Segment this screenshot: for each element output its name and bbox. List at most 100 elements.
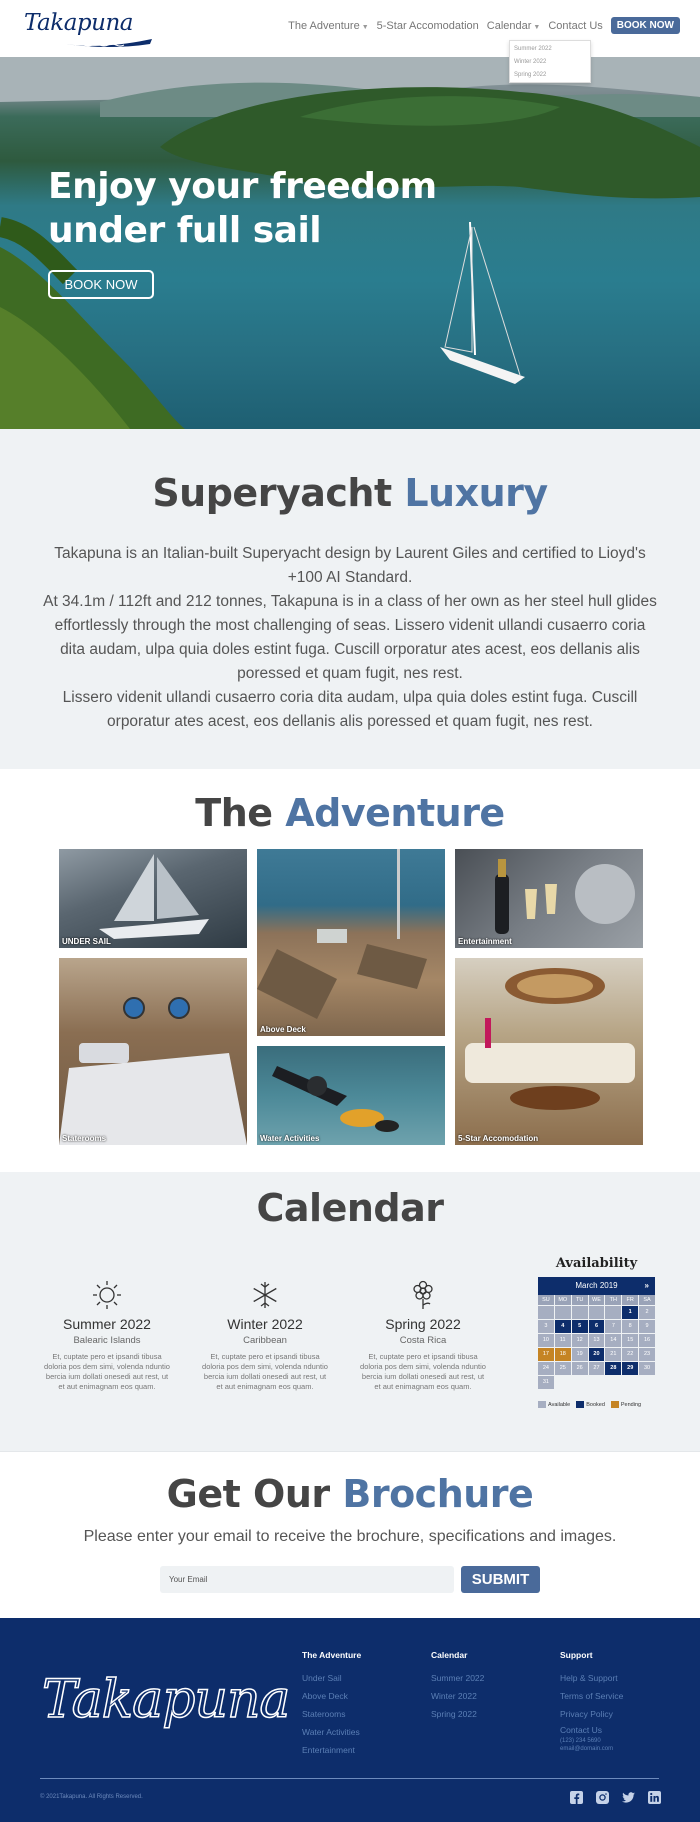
calendar-day[interactable]: 25 [554, 1362, 571, 1375]
season-spring[interactable]: Spring 2022 Costa Rica Et, cuptate pero … [358, 1280, 488, 1392]
calendar-day[interactable]: 1 [622, 1306, 639, 1319]
calendar-day[interactable]: 31 [538, 1376, 554, 1389]
dropdown-item-spring[interactable]: Spring 2022 [514, 69, 586, 82]
heading-main: Get Our [166, 1472, 343, 1516]
season-summer[interactable]: Summer 2022 Balearic Islands Et, cuptate… [42, 1280, 172, 1392]
twitter-icon[interactable] [622, 1791, 635, 1804]
menu-item-adventure[interactable]: The Adventure ▼ [288, 20, 369, 32]
footer-link[interactable]: Under Sail [302, 1669, 361, 1687]
calendar-day[interactable]: 19 [571, 1348, 588, 1361]
calendar-section: Calendar Summer 2022 Balearic Islands Et… [0, 1172, 700, 1451]
legend-available: Available [538, 1401, 570, 1408]
next-month-icon[interactable]: » [645, 1277, 649, 1295]
footer-link[interactable]: Spring 2022 [431, 1705, 484, 1723]
calendar-day[interactable]: 20 [588, 1348, 605, 1361]
tile-under-sail[interactable]: UNDER SAIL [59, 849, 247, 948]
menu-item-calendar[interactable]: Calendar ▼ [487, 20, 541, 32]
footer-link[interactable]: Summer 2022 [431, 1669, 484, 1687]
footer-link[interactable]: Contact Us [560, 1723, 623, 1737]
hero-title-line: under full sail [48, 210, 322, 251]
calendar-header: March 2019 » [538, 1277, 655, 1295]
season-winter[interactable]: Winter 2022 Caribbean Et, cuptate pero e… [200, 1280, 330, 1392]
footer-col-support: Support Help & Support Terms of Service … [560, 1650, 623, 1753]
brochure-subtitle: Please enter your email to receive the b… [83, 1528, 617, 1545]
calendar-day[interactable]: 2 [639, 1306, 655, 1319]
calendar-day[interactable]: 30 [639, 1362, 655, 1375]
adventure-heading: The Adventure [0, 791, 700, 835]
luxury-heading: Superyacht Luxury [0, 471, 700, 515]
luxury-paragraph: Lissero videnit ullandi cusaerro coria d… [62, 689, 638, 730]
calendar-day[interactable]: 17 [538, 1348, 554, 1361]
facebook-icon[interactable] [570, 1791, 583, 1804]
calendar-day[interactable]: 15 [622, 1334, 639, 1347]
footer-link[interactable]: Winter 2022 [431, 1687, 484, 1705]
calendar-day[interactable]: 6 [588, 1320, 605, 1333]
tile-caption: Above Deck [260, 1025, 306, 1034]
tile-accomodation[interactable]: 5-Star Accomodation [455, 958, 643, 1145]
calendar-heading: Calendar [256, 1186, 444, 1230]
calendar-day[interactable]: 5 [571, 1320, 588, 1333]
calendar-day[interactable]: 12 [571, 1334, 588, 1347]
calendar-day[interactable]: 10 [538, 1334, 554, 1347]
calendar-day[interactable]: 18 [554, 1348, 571, 1361]
calendar-day[interactable]: 7 [605, 1320, 622, 1333]
calendar-day[interactable]: 11 [554, 1334, 571, 1347]
calendar-day[interactable]: 21 [605, 1348, 622, 1361]
deck-image [257, 849, 427, 1019]
tile-above-deck[interactable]: Above Deck [257, 849, 445, 1036]
footer-link[interactable]: Entertainment [302, 1741, 361, 1759]
menu-item-contact[interactable]: Contact Us [548, 20, 602, 32]
logo[interactable]: Takapuna [24, 10, 152, 50]
adventure-section: The Adventure UNDER SAIL Above Deck Ente… [0, 769, 700, 1172]
calendar-day[interactable]: 16 [639, 1334, 655, 1347]
tile-entertainment[interactable]: Entertainment [455, 849, 643, 948]
dropdown-item-summer[interactable]: Summer 2022 [514, 43, 586, 56]
luxury-paragraph: Takapuna is an Italian-built Superyacht … [54, 545, 646, 586]
day-of-week-header: MO [554, 1295, 571, 1305]
footer-link[interactable]: Terms of Service [560, 1687, 623, 1705]
season-location: Caribbean [243, 1335, 287, 1346]
calendar-day[interactable]: 9 [639, 1320, 655, 1333]
footer-email[interactable]: email@domain.com [560, 1745, 623, 1753]
legend-pending: Pending [610, 1401, 641, 1408]
email-input[interactable]: Your Email [160, 1566, 454, 1593]
calendar-day[interactable]: 3 [538, 1320, 554, 1333]
footer-link[interactable]: Staterooms [302, 1705, 361, 1723]
calendar-day[interactable]: 13 [588, 1334, 605, 1347]
footer-phone[interactable]: (123) 234 5690 [560, 1737, 623, 1745]
footer-link[interactable]: Above Deck [302, 1687, 361, 1705]
footer-link[interactable]: Help & Support [560, 1669, 623, 1687]
caret-down-icon: ▼ [533, 23, 541, 31]
calendar-day[interactable]: 29 [622, 1362, 639, 1375]
hero-book-now-button[interactable]: BOOK NOW [48, 270, 154, 299]
sailboat-image [99, 854, 209, 939]
legend-label: Available [548, 1401, 571, 1408]
calendar-day[interactable]: 4 [554, 1320, 571, 1333]
calendar-legend: Available Booked Pending [538, 1401, 655, 1408]
submit-button[interactable]: SUBMIT [461, 1566, 540, 1593]
calendar-day[interactable]: 8 [622, 1320, 639, 1333]
calendar-day[interactable]: 27 [588, 1362, 605, 1375]
calendar-day[interactable]: 22 [622, 1348, 639, 1361]
footer-link[interactable]: Privacy Policy [560, 1705, 623, 1723]
dropdown-item-winter[interactable]: Winter 2022 [514, 56, 586, 69]
logo-boat-icon [66, 39, 152, 47]
nav-book-now-button[interactable]: BOOK NOW [610, 17, 680, 34]
calendar-day[interactable]: 23 [639, 1348, 655, 1361]
footer-col-title: Support [560, 1650, 593, 1660]
linkedin-icon[interactable] [648, 1791, 661, 1804]
calendar-day [605, 1306, 622, 1319]
footer-logo[interactable]: Takapuna [41, 1669, 291, 1731]
calendar-day[interactable]: 14 [605, 1334, 622, 1347]
menu-item-accomodation[interactable]: 5-Star Accomodation [377, 20, 479, 32]
tile-staterooms[interactable]: Staterooms [59, 958, 247, 1145]
footer-link[interactable]: Water Activities [302, 1723, 361, 1741]
tile-water-activities[interactable]: Water Activities [257, 1046, 445, 1145]
season-name: Winter 2022 [227, 1316, 303, 1332]
calendar-day[interactable]: 26 [571, 1362, 588, 1375]
calendar-day[interactable]: 28 [605, 1362, 622, 1375]
top-nav: Takapuna The Adventure ▼ 5-Star Accomodat… [0, 0, 700, 57]
season-location: Costa Rica [399, 1335, 447, 1346]
calendar-day[interactable]: 24 [538, 1362, 554, 1375]
instagram-icon[interactable] [596, 1791, 609, 1804]
